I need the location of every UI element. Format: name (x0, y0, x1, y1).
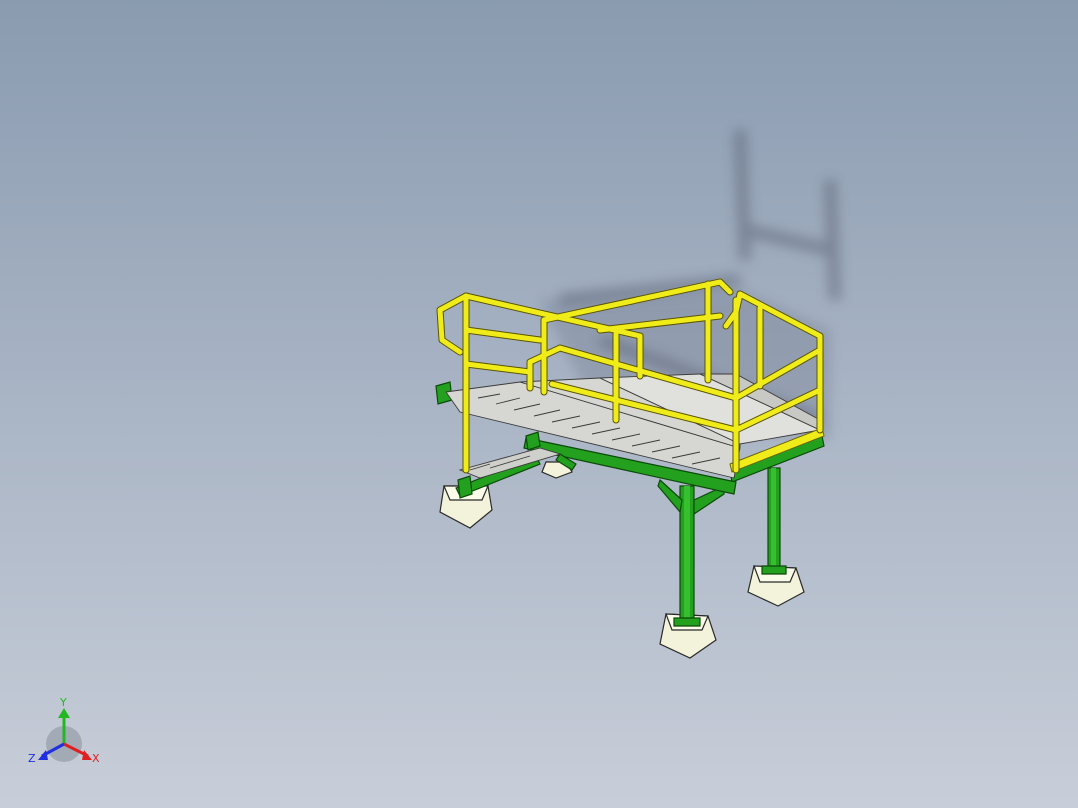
graphics-viewport[interactable]: Y X Z (0, 0, 1078, 808)
x-axis-label: X (92, 752, 100, 765)
z-axis-arrow (38, 750, 48, 760)
platform-stair-model[interactable] (0, 0, 1078, 808)
x-axis-arrow (82, 750, 92, 760)
z-axis-label: Z (28, 752, 36, 765)
axis-triad[interactable]: Y X Z (22, 692, 112, 772)
y-axis-arrow (58, 708, 70, 718)
y-axis-label: Y (59, 696, 67, 709)
